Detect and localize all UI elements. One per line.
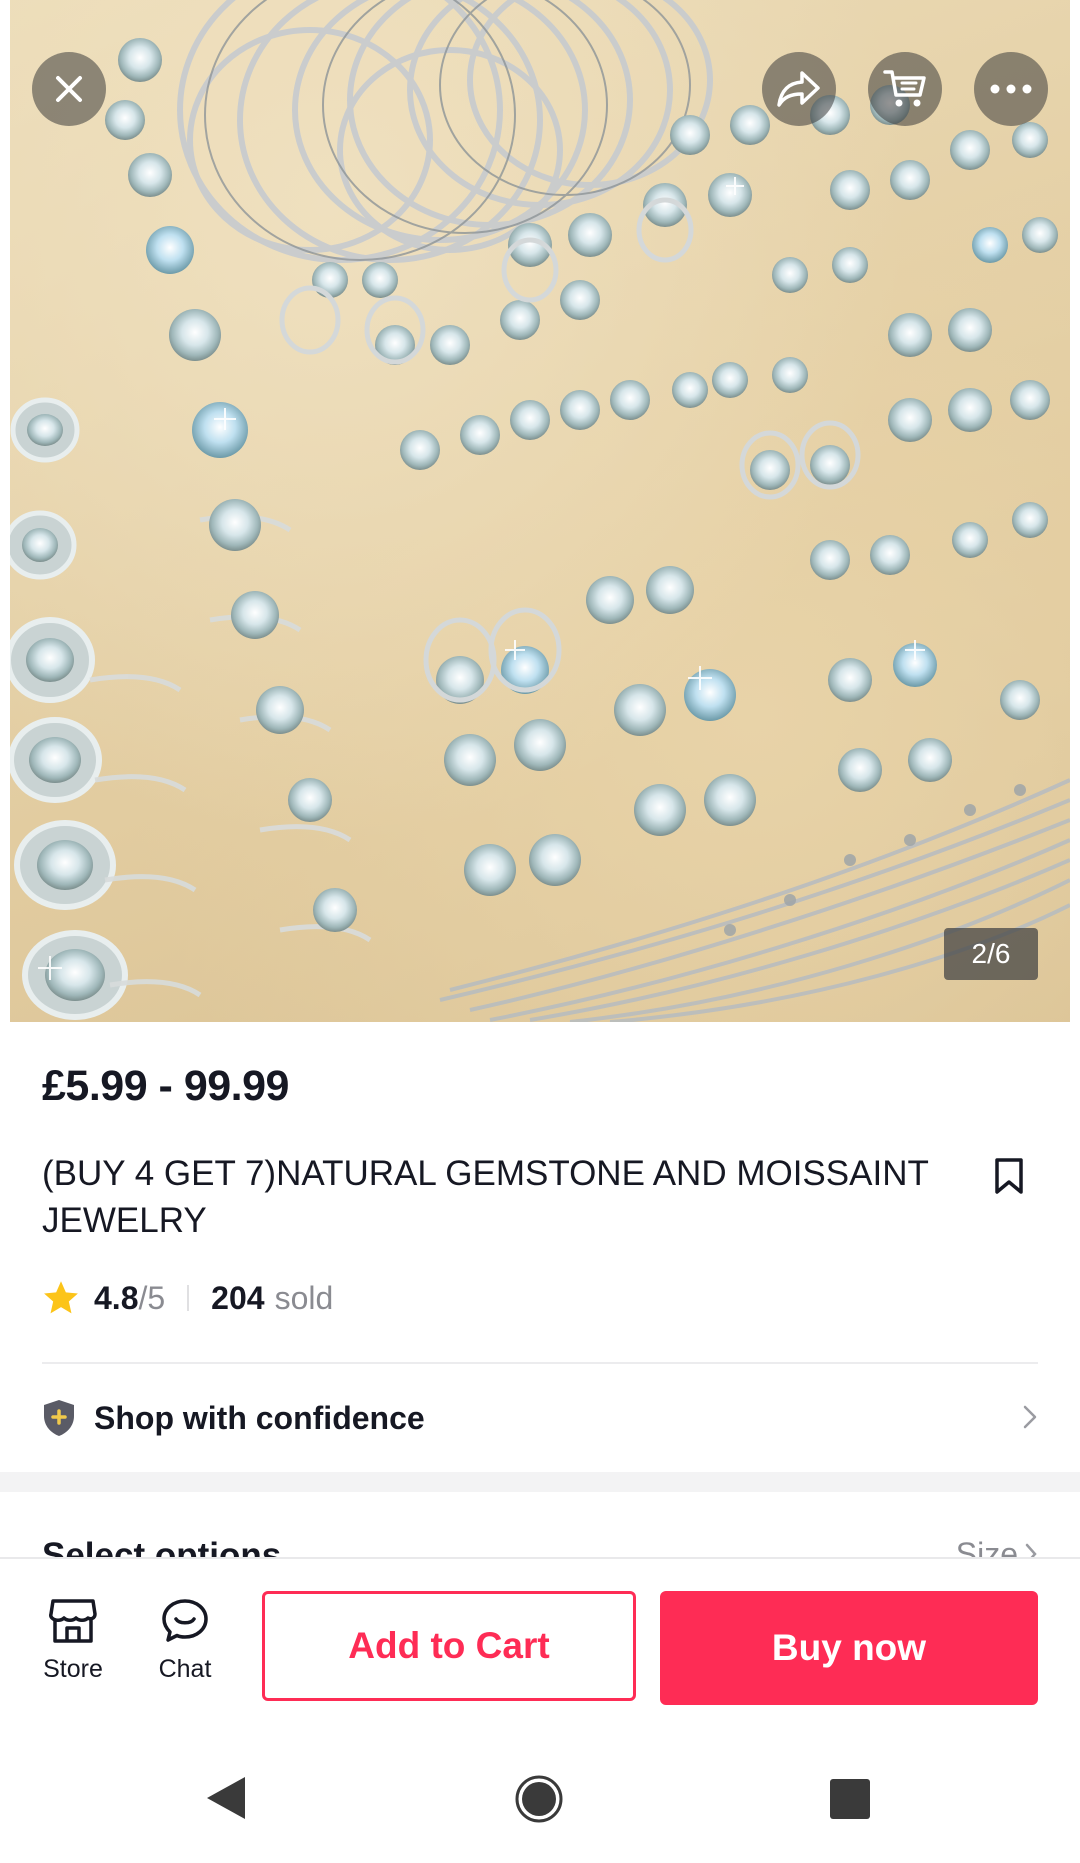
chevron-right-icon [1023,1405,1037,1429]
size-label: Size [955,1536,1018,1558]
more-icon [990,84,1032,94]
save-button[interactable] [994,1157,1024,1200]
bookmark-icon [995,1158,1023,1194]
chevron-right-icon [1025,1543,1037,1558]
store-button[interactable]: Store [28,1597,118,1684]
rating-row[interactable]: 4.8 /5 204 sold [42,1274,333,1322]
bottom-action-bar: Store Chat Add to Cart Buy now [0,1557,1080,1735]
sold-label: sold [274,1279,334,1316]
store-label: Store [43,1655,103,1683]
image-counter: 2/6 [944,928,1038,980]
product-price: £5.99 - 99.99 [42,1062,289,1110]
select-options-label: Select options [42,1536,282,1558]
more-button[interactable] [974,52,1048,126]
select-options-row[interactable]: Select options Size [0,1492,1080,1558]
chat-label: Chat [158,1655,212,1683]
rating-max: /5 [138,1279,166,1316]
section-separator [0,1472,1080,1492]
shop-with-confidence-row[interactable]: Shop with confidence [42,1390,1038,1446]
jewelry-photo [10,0,1070,1022]
home-icon[interactable] [515,1775,563,1823]
confidence-label: Shop with confidence [94,1399,425,1436]
share-button[interactable] [762,52,836,126]
rating-value: 4.8 [94,1279,139,1316]
product-image[interactable]: 2/6 [10,0,1070,1022]
chat-icon [162,1599,208,1642]
buy-now-button[interactable]: Buy now [660,1591,1038,1705]
shield-icon [44,1400,74,1436]
store-icon [49,1599,97,1643]
recents-icon[interactable] [830,1779,870,1819]
close-button[interactable] [32,52,106,126]
sold-count: 204 [211,1279,265,1316]
cart-icon [883,70,926,107]
back-icon[interactable] [205,1775,247,1821]
divider [42,1362,1038,1364]
rating-separator [187,1285,190,1311]
chat-button[interactable]: Chat [140,1597,230,1684]
add-to-cart-button[interactable]: Add to Cart [262,1591,636,1701]
system-navigation-bar [0,1733,1080,1863]
star-icon [44,1281,78,1314]
cart-button[interactable] [868,52,942,126]
product-title: (BUY 4 GET 7)NATURAL GEMSTONE AND MOISSA… [42,1154,929,1240]
close-icon [56,76,82,102]
share-icon [777,71,820,107]
